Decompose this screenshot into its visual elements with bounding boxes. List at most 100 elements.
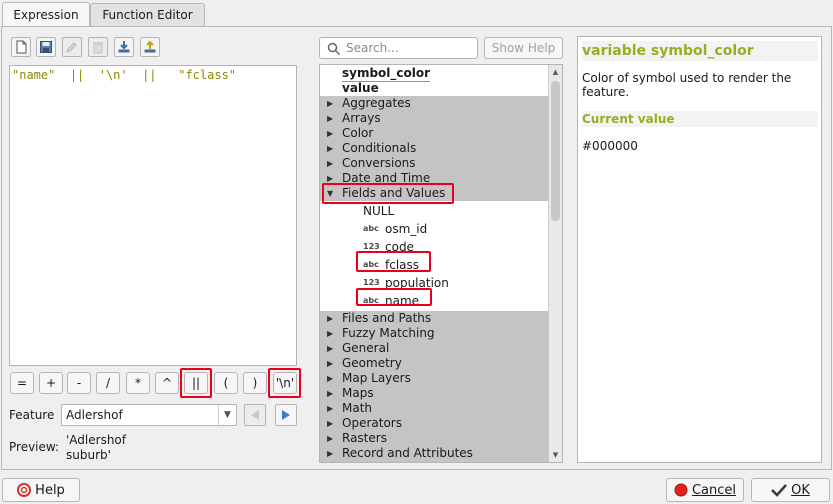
tree-item-conversions[interactable]: ▶ Conversions (320, 156, 549, 171)
tab-function-editor[interactable]: Function Editor (90, 3, 205, 26)
search-input[interactable]: Search... (319, 37, 478, 59)
operator-close-paren-button[interactable]: ) (243, 372, 267, 394)
tab-expression[interactable]: Expression (2, 2, 90, 26)
chevron-right-icon[interactable]: ▶ (327, 461, 333, 462)
operator-divide-button[interactable]: / (96, 372, 120, 394)
operator-plus-button[interactable]: + (39, 372, 63, 394)
tree-field-label: population (385, 276, 449, 290)
chevron-right-icon[interactable]: ▶ (327, 171, 333, 186)
chevron-right-icon[interactable]: ▶ (327, 446, 333, 461)
tree-item-label: symbol_color (342, 66, 431, 82)
export-button[interactable] (140, 37, 160, 57)
chevron-right-icon[interactable]: ▶ (327, 111, 333, 126)
tree-item-label: Math (342, 401, 373, 415)
tree-field-label: code (385, 240, 414, 254)
tree-item-label: String (342, 461, 378, 462)
cancel-button[interactable]: Cancel (666, 478, 744, 502)
delete-icon (93, 42, 103, 54)
tree-item-arrays[interactable]: ▶ Arrays (320, 111, 549, 126)
tree-item-rasters[interactable]: ▶ Rasters (320, 431, 549, 446)
chevron-right-icon[interactable]: ▶ (327, 401, 333, 416)
cancel-button-label: Cancel (691, 482, 737, 498)
chevron-right-icon[interactable]: ▶ (327, 156, 333, 171)
save-button[interactable] (36, 37, 56, 57)
feature-combobox[interactable]: Adlershof ▼ (61, 404, 237, 426)
tree-item-record-and-attributes[interactable]: ▶ Record and Attributes (320, 446, 549, 461)
tree-item-fields-and-values[interactable]: ▼ Fields and Values (320, 186, 549, 201)
tree-item-operators[interactable]: ▶ Operators (320, 416, 549, 431)
tree-item-label: Rasters (342, 431, 387, 445)
tree-field-label: osm_id (385, 222, 428, 236)
help-button-label: Help (35, 482, 65, 498)
chevron-right-icon[interactable]: ▶ (327, 431, 333, 446)
tree-item-general[interactable]: ▶ General (320, 341, 549, 356)
operator-power-button[interactable]: ^ (155, 372, 179, 394)
expression-editor[interactable]: "name" || '\n' || "fclass" (9, 65, 297, 366)
tree-item-conditionals[interactable]: ▶ Conditionals (320, 141, 549, 156)
chevron-right-icon[interactable]: ▶ (327, 356, 333, 371)
tree-item-string[interactable]: ▶ String (320, 461, 549, 462)
feature-label: Feature (9, 408, 55, 422)
delete-button[interactable] (88, 37, 108, 57)
show-help-button[interactable]: Show Help (484, 37, 563, 59)
arrow-left-icon (251, 410, 259, 420)
numeric-field-icon: 123 (363, 242, 380, 251)
new-file-button[interactable] (11, 37, 31, 57)
import-icon (118, 41, 130, 53)
tree-item-aggregates[interactable]: ▶ Aggregates (320, 96, 549, 111)
operator-equals-button[interactable]: = (10, 372, 34, 394)
chevron-down-icon[interactable]: ▼ (327, 186, 333, 201)
chevron-right-icon[interactable]: ▶ (327, 386, 333, 401)
new-file-icon (16, 40, 27, 54)
tree-item-math[interactable]: ▶ Math (320, 401, 549, 416)
ok-button-label: OK (791, 482, 810, 498)
tree-item-label: General (342, 341, 390, 355)
tree-item-date-and-time[interactable]: ▶ Date and Time (320, 171, 549, 186)
tree-scrollbar[interactable]: ▲ ▼ (548, 65, 562, 462)
arrow-right-icon (282, 410, 290, 420)
preview-value-line1: 'Adlershof (66, 433, 126, 447)
preview-label: Preview: (9, 440, 60, 454)
next-feature-button[interactable] (275, 404, 297, 426)
operator-open-paren-button[interactable]: ( (214, 372, 238, 394)
help-description: Color of symbol used to render the featu… (582, 71, 792, 99)
chevron-right-icon[interactable]: ▶ (327, 126, 333, 141)
function-tree[interactable]: ▲ ▼ symbol_color value ▶ Aggregates ▶ Arrays ▶… (319, 64, 563, 463)
token-concat-operator: || (142, 68, 157, 82)
help-button[interactable]: Help (2, 478, 80, 502)
ok-button[interactable]: OK (751, 478, 830, 502)
scroll-up-icon[interactable]: ▲ (549, 65, 562, 79)
tree-item-label: Maps (342, 386, 374, 400)
chevron-right-icon[interactable]: ▶ (327, 341, 333, 356)
export-icon (144, 40, 156, 53)
chevron-right-icon[interactable]: ▶ (327, 96, 333, 111)
scroll-thumb[interactable] (551, 81, 560, 221)
chevron-down-icon[interactable]: ▼ (218, 405, 236, 425)
import-button[interactable] (114, 37, 134, 57)
tree-field-label: name (385, 294, 420, 308)
operator-minus-button[interactable]: - (67, 372, 91, 394)
tree-item-label: Color (342, 126, 374, 140)
scroll-down-icon[interactable]: ▼ (549, 448, 562, 462)
tree-item-geometry[interactable]: ▶ Geometry (320, 356, 549, 371)
chevron-right-icon[interactable]: ▶ (327, 326, 333, 341)
tree-item-map-layers[interactable]: ▶ Map Layers (320, 371, 549, 386)
operator-newline-button[interactable]: '\n' (273, 372, 297, 394)
operator-concat-button[interactable]: || (184, 372, 208, 394)
search-placeholder: Search... (346, 41, 399, 55)
tree-item-files-and-paths[interactable]: ▶ Files and Paths (320, 311, 549, 326)
operator-multiply-button[interactable]: * (126, 372, 150, 394)
tree-item-maps[interactable]: ▶ Maps (320, 386, 549, 401)
chevron-right-icon[interactable]: ▶ (327, 311, 333, 326)
save-icon (40, 41, 52, 53)
cancel-icon (674, 483, 688, 497)
chevron-right-icon[interactable]: ▶ (327, 141, 333, 156)
edit-button[interactable] (62, 37, 82, 57)
previous-feature-button[interactable] (244, 404, 266, 426)
numeric-field-icon: 123 (363, 278, 380, 287)
chevron-right-icon[interactable]: ▶ (327, 371, 333, 386)
tree-item-label: Aggregates (342, 96, 411, 110)
tree-item-fuzzy-matching[interactable]: ▶ Fuzzy Matching (320, 326, 549, 341)
tree-item-color[interactable]: ▶ Color (320, 126, 549, 141)
chevron-right-icon[interactable]: ▶ (327, 416, 333, 431)
